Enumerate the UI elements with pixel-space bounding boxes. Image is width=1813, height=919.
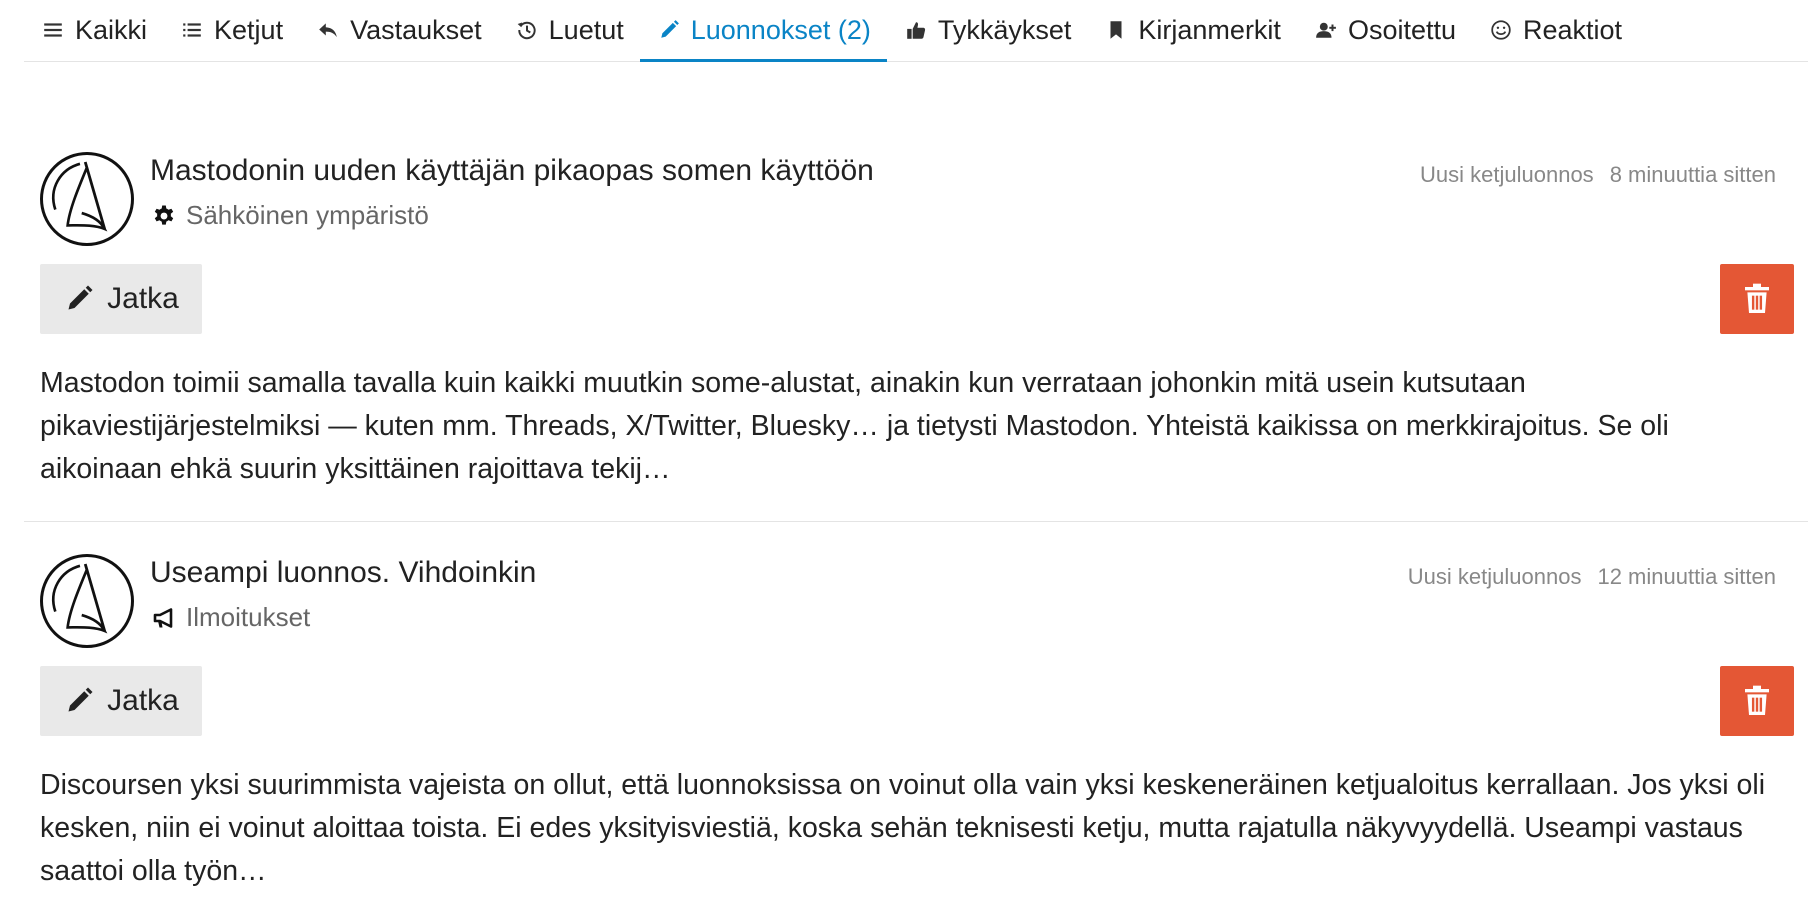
bullhorn-icon (150, 604, 178, 632)
draft-excerpt[interactable]: Discoursen yksi suurimmista vajeista on … (40, 764, 1792, 893)
tab-label: Kirjanmerkit (1138, 14, 1281, 45)
continue-label: Jatka (107, 684, 179, 717)
draft-meta: Uusi ketjuluonnos 12 minuuttia sitten (1408, 564, 1776, 590)
tab-label: Vastaukset (350, 14, 482, 45)
tab-bookmarks[interactable]: Kirjanmerkit (1087, 0, 1297, 60)
tab-label: Luonnokset (2) (690, 14, 871, 45)
avatar[interactable] (40, 152, 134, 246)
continue-label: Jatka (107, 282, 179, 315)
tab-topics[interactable]: Ketjut (163, 0, 299, 60)
list-icon (179, 17, 205, 43)
draft-item: Useampi luonnos. Vihdoinkin Ilmoitukset … (24, 552, 1808, 912)
delete-draft-button[interactable] (1720, 666, 1794, 736)
trash-icon (1745, 283, 1769, 313)
tab-replies[interactable]: Vastaukset (299, 0, 498, 60)
tab-label: Osoitettu (1347, 14, 1456, 45)
draft-title[interactable]: Useampi luonnos. Vihdoinkin (150, 556, 536, 590)
draft-time: 8 minuuttia sitten (1609, 162, 1776, 187)
category-label: Sähköinen ympäristö (186, 200, 429, 230)
tab-label: Tykkäykset (937, 14, 1072, 45)
draft-time: 12 minuuttia sitten (1597, 564, 1776, 589)
pencil-icon (656, 17, 682, 43)
tab-read[interactable]: Luetut (498, 0, 640, 60)
bookmark-icon (1103, 17, 1129, 43)
atheist-a-icon (52, 161, 108, 232)
smile-icon (1488, 17, 1514, 43)
draft-excerpt[interactable]: Mastodon toimii samalla tavalla kuin kai… (40, 362, 1792, 491)
draft-item: Mastodonin uuden käyttäjän pikaopas some… (24, 150, 1808, 522)
draft-type: Uusi ketjuluonnos (1420, 162, 1594, 187)
continue-button[interactable]: Jatka (40, 666, 202, 736)
draft-type: Uusi ketjuluonnos (1407, 564, 1582, 589)
atheist-a-icon (52, 563, 108, 634)
bars-icon (40, 17, 66, 43)
tab-label: Ketjut (214, 14, 284, 45)
pencil-icon (63, 283, 95, 315)
tab-assigned[interactable]: Osoitettu (1297, 0, 1472, 60)
continue-button[interactable]: Jatka (40, 264, 202, 334)
user-plus-icon (1313, 17, 1339, 43)
tab-label: Luetut (548, 14, 624, 45)
tab-label: Kaikki (75, 14, 148, 45)
tab-drafts[interactable]: Luonnokset (2) (639, 0, 887, 62)
category-label: Ilmoitukset (186, 602, 311, 632)
history-icon (514, 17, 540, 43)
pencil-icon (63, 685, 95, 717)
trash-icon (1745, 685, 1769, 715)
draft-meta: Uusi ketjuluonnos 8 minuuttia sitten (1420, 162, 1776, 188)
avatar[interactable] (40, 554, 134, 648)
draft-title[interactable]: Mastodonin uuden käyttäjän pikaopas some… (150, 154, 874, 188)
delete-draft-button[interactable] (1720, 264, 1794, 334)
tab-all[interactable]: Kaikki (24, 0, 163, 60)
reply-icon (315, 17, 341, 43)
draft-category[interactable]: Sähköinen ympäristö (150, 200, 429, 231)
user-activity-nav: Kaikki Ketjut Vastaukset Luetut Luonnoks… (24, 0, 1808, 62)
thumbs-up-icon (903, 17, 929, 43)
tab-likes[interactable]: Tykkäykset (887, 0, 1088, 60)
draft-category[interactable]: Ilmoitukset (150, 602, 310, 633)
tab-label: Reaktiot (1523, 14, 1623, 45)
gear-icon (150, 202, 178, 230)
tab-reactions[interactable]: Reaktiot (1472, 0, 1638, 60)
